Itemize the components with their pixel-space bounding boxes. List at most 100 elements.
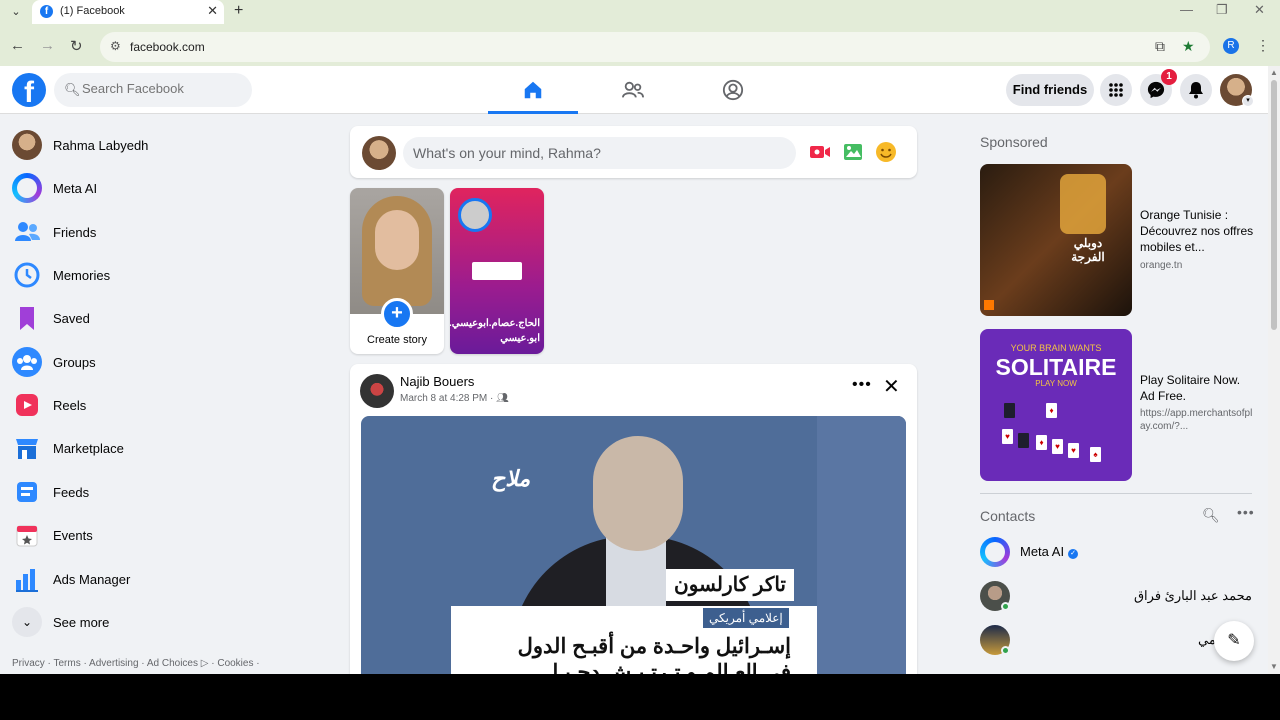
hide-post-close-icon[interactable]: ✕ [883, 374, 900, 399]
sidebar-item-friends[interactable]: Friends [8, 213, 328, 253]
sponsored-ad-solitaire[interactable]: YOUR BRAIN WANTS SOLITAIRE PLAY NOW ♦ ♥ … [980, 329, 1252, 481]
feeling-emoji-icon[interactable] [875, 141, 897, 163]
scrollbar-thumb[interactable] [1271, 80, 1277, 330]
create-story-card[interactable]: + Create story [350, 188, 444, 354]
ad-image[interactable]: YOUR BRAIN WANTS SOLITAIRE PLAY NOW ♦ ♥ … [980, 329, 1132, 481]
sidebar-item-label: Reels [53, 398, 87, 413]
story-avatar [458, 198, 492, 232]
tab-friends[interactable] [588, 66, 678, 114]
ad-image[interactable]: دوبلي الفرجة [980, 164, 1132, 316]
sidebar-item-label: Saved [53, 311, 90, 326]
post-more-options-icon[interactable]: ••• [852, 376, 872, 394]
contact-name-text: Meta AI [1020, 544, 1065, 559]
profile-circle-icon [722, 79, 744, 101]
post-meta: March 8 at 4:28 PM · 👥︎ [400, 393, 509, 404]
facebook-favicon-icon: f [40, 5, 53, 18]
back-icon[interactable]: ← [10, 37, 25, 54]
contact-item[interactable]: محمد عبد البارئ فراق [980, 578, 1252, 614]
search-input[interactable] [82, 81, 242, 96]
sidebar-item-label: Events [53, 528, 93, 543]
notifications-bell-icon[interactable] [1180, 74, 1212, 106]
sidebar-see-more[interactable]: ⌄ See more [8, 603, 328, 643]
sponsored-heading: Sponsored [980, 134, 1048, 150]
sidebar-item-meta-ai[interactable]: Meta AI [8, 169, 328, 209]
sidebar-item-label: See more [53, 615, 110, 630]
sidebar-item-marketplace[interactable]: Marketplace [8, 429, 328, 469]
tab-strip: ⌄ f (1) Facebook ✕ + — ❐ ✕ [0, 0, 1280, 24]
sidebar-item-label: Friends [53, 225, 97, 240]
sponsored-ad-orange[interactable]: دوبلي الفرجة Orange Tunisie : Découvrez … [980, 164, 1253, 316]
friends-icon [12, 217, 42, 247]
ad-image-text: دوبلي الفرجة [1071, 236, 1105, 264]
post-image[interactable]: ملاح تاكر كارلسون إعلامي أمريكي إسـرائيل… [361, 416, 906, 674]
meta-ai-icon [12, 173, 42, 203]
contact-meta-ai[interactable]: Meta AI ✓ [980, 534, 1252, 570]
sidebar-item-label: Memories [53, 268, 111, 283]
find-friends-button[interactable]: Find friends [1006, 74, 1094, 106]
contact-name-meta-ai: Meta AI ✓ [1020, 544, 1079, 559]
restore-icon[interactable]: ❐ [1216, 2, 1228, 18]
account-chevron-icon[interactable]: ▾ [1242, 95, 1254, 107]
post-timestamp[interactable]: March 8 at 4:28 PM · [400, 393, 496, 404]
sidebar-item-label: Groups [53, 355, 96, 370]
post-author-name[interactable]: Najib Bouers [400, 374, 474, 389]
browser-profile-avatar[interactable]: R [1223, 38, 1239, 54]
sidebar-item-memories[interactable]: Memories [8, 256, 328, 296]
online-status-dot [1001, 646, 1010, 655]
sidebar-item-ads-manager[interactable]: Ads Manager [8, 560, 328, 600]
image-background-panel [817, 416, 906, 674]
ad-title[interactable]: Play Solitaire Now. Ad Free. [1140, 372, 1256, 404]
sidebar-item-profile[interactable]: Rahma Labyedh [8, 126, 328, 166]
live-video-icon[interactable] [809, 141, 831, 163]
photo-video-icon[interactable] [842, 141, 864, 163]
browser-menu-icon[interactable]: ⋮ [1256, 37, 1270, 54]
site-info-icon[interactable]: ⚙ [110, 39, 121, 53]
install-app-icon[interactable]: ⧉ [1155, 38, 1165, 55]
composer-placeholder: What's on your mind, Rahma? [413, 145, 601, 161]
memories-icon [12, 260, 42, 290]
sidebar-item-saved[interactable]: Saved [8, 299, 328, 339]
sidebar-item-groups[interactable]: Groups [8, 343, 328, 383]
scroll-up-icon[interactable]: ▲ [1270, 68, 1278, 77]
tab-home[interactable] [488, 66, 578, 114]
search-box[interactable]: 🔍︎ [54, 73, 252, 107]
reload-icon[interactable]: ↻ [70, 37, 83, 55]
image-publisher-logo: ملاح [491, 466, 531, 491]
page-scrollbar[interactable]: ▲ ▼ [1268, 66, 1280, 674]
sidebar-item-label: Marketplace [53, 441, 124, 456]
contact-item[interactable]: مي [980, 622, 1252, 658]
sidebar-item-label: Rahma Labyedh [53, 138, 149, 153]
contacts-more-options-icon[interactable]: ••• [1237, 504, 1255, 520]
footer-links[interactable]: Privacy · Terms · Advertising · Ad Choic… [12, 658, 260, 669]
close-tab-icon[interactable]: ✕ [207, 3, 218, 19]
post-author-avatar[interactable] [360, 374, 394, 408]
contacts-heading: Contacts [980, 508, 1036, 524]
add-story-icon[interactable]: + [381, 298, 413, 330]
image-headline-line-2: في العـالم و تـرتـيـش دحـيـا [552, 661, 791, 674]
facebook-header: f 🔍︎ Find friends 1 ▾ [0, 66, 1268, 114]
browser-tab[interactable]: f (1) Facebook ✕ [32, 0, 224, 24]
contacts-search-icon[interactable]: 🔍︎ [1202, 507, 1220, 524]
image-headline-line-1: إسـرائيل واحـدة من أقبـح الدول [517, 635, 791, 658]
tab-profile[interactable] [688, 66, 778, 114]
bookmark-star-icon[interactable]: ★ [1182, 38, 1195, 55]
sidebar-item-events[interactable]: Events [8, 516, 328, 556]
scroll-down-icon[interactable]: ▼ [1270, 662, 1278, 671]
ads-manager-icon [12, 564, 42, 594]
facebook-logo-icon[interactable]: f [12, 73, 46, 109]
sidebar-item-feeds[interactable]: Feeds [8, 473, 328, 513]
address-bar[interactable]: ⚙ facebook.com ⧉ ★ [100, 32, 1210, 62]
window-close-icon[interactable]: ✕ [1254, 2, 1265, 18]
ad-title[interactable]: Orange Tunisie : Découvrez nos offres mo… [1140, 207, 1256, 255]
forward-icon[interactable]: → [40, 37, 55, 54]
ad-image-title: SOLITAIRE [995, 354, 1117, 380]
new-tab-button[interactable]: + [234, 2, 243, 20]
profile-avatar [12, 130, 42, 160]
tab-list-dropdown-icon[interactable]: ⌄ [6, 3, 26, 21]
new-message-compose-icon[interactable]: ✎ [1214, 621, 1254, 661]
minimize-icon[interactable]: — [1180, 2, 1193, 17]
sidebar-item-reels[interactable]: Reels [8, 386, 328, 426]
menu-grid-icon[interactable] [1100, 74, 1132, 106]
friend-story-card[interactable]: الحاج.عصام.ابوعيسي. ابو.عيسي [450, 188, 544, 354]
composer-input[interactable]: What's on your mind, Rahma? [403, 137, 796, 169]
